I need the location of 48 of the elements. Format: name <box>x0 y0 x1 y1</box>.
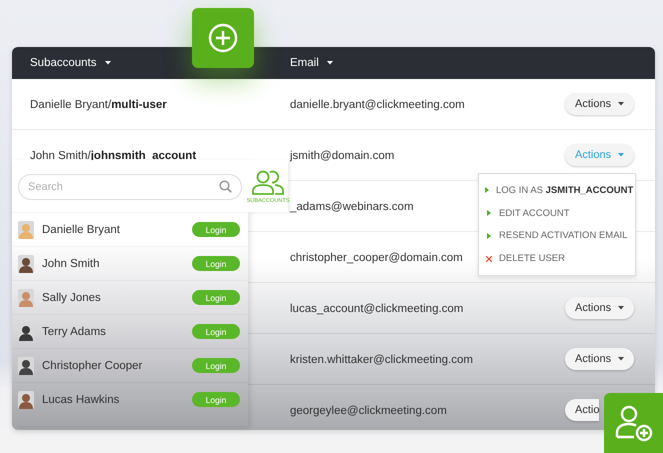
avatar-icon <box>18 254 34 272</box>
table-cell: christopher_cooper@domain.com <box>290 252 463 264</box>
table-cell: kristen.whittaker@clickmeeting.com <box>290 354 473 366</box>
actions-button[interactable]: Actions <box>565 348 634 370</box>
menu-item[interactable]: EDIT ACCOUNT <box>479 208 635 219</box>
menu-item[interactable]: RESEND ACTIVATION EMAIL <box>479 230 635 242</box>
user-name: Christopher Cooper <box>42 360 144 372</box>
search-icon <box>219 180 232 193</box>
table-cell: Danielle Bryant/multi-user <box>30 99 167 111</box>
caret-icon <box>618 357 624 361</box>
avatar-icon <box>18 220 34 238</box>
avatar-icon <box>18 390 34 408</box>
avatar-icon <box>18 356 34 374</box>
user-name: Sally Jones <box>42 292 102 304</box>
add-button[interactable] <box>192 8 254 68</box>
caret-icon <box>618 102 624 106</box>
column-header[interactable]: Email <box>290 57 637 69</box>
column-header[interactable]: Subaccounts <box>30 57 290 69</box>
caret-icon <box>326 61 333 65</box>
table-cell: georgeylee@clickmeeting.com <box>290 405 447 417</box>
user-name: Danielle Bryant <box>42 224 121 236</box>
bullet-icon <box>486 210 490 216</box>
menu-item[interactable]: LOG IN AS JSMITH_ACCOUNT <box>479 184 635 196</box>
avatar-icon <box>18 288 34 306</box>
table-cell: _adams@webinars.com <box>290 201 414 213</box>
caret-icon <box>618 306 624 310</box>
actions-button[interactable]: Actions <box>565 93 634 115</box>
actions-button[interactable]: Actio <box>565 399 600 421</box>
search-field[interactable]: Search <box>18 174 242 200</box>
table-cell: lucas_account@clickmeeting.com <box>290 303 464 315</box>
user-name: Terry Adams <box>42 326 107 338</box>
add-user-button[interactable] <box>604 393 663 453</box>
menu-item[interactable]: DELETE USER <box>479 253 635 264</box>
add-user-icon <box>614 403 654 443</box>
bullet-icon <box>486 232 490 239</box>
avatar-icon <box>18 322 34 340</box>
caret-icon <box>104 61 110 65</box>
actions-button[interactable]: Actions <box>565 297 634 319</box>
table-cell: danielle.bryant@clickmeeting.com <box>290 99 465 111</box>
delete-icon <box>486 256 492 262</box>
table-cell: John Smith/johnsmith_account <box>30 150 196 162</box>
user-name: John Smith <box>42 258 101 270</box>
table-cell: jsmith@domain.com <box>290 150 394 162</box>
caret-icon <box>618 153 624 157</box>
users-icon <box>251 168 285 194</box>
user-name: Lucas Hawkins <box>42 394 120 406</box>
bullet-icon <box>485 187 489 194</box>
plus-icon <box>208 23 238 53</box>
